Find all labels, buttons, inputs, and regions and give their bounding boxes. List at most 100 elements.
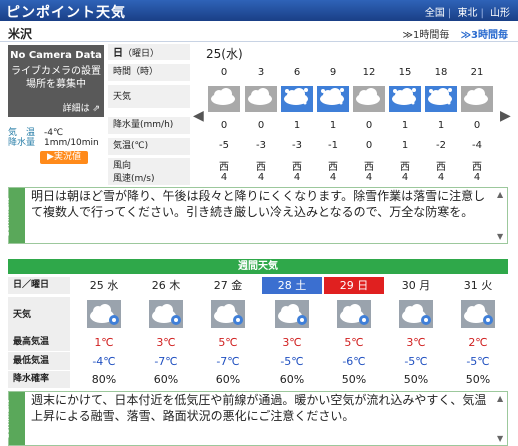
label-time: 時間（時）: [108, 64, 190, 82]
live-camera-box[interactable]: No Camera Data ライブカメラの設置場所を募集中 詳細は ⇗: [8, 45, 104, 117]
hourly-precip: 1: [437, 120, 445, 131]
hourly-wind-speed: 4: [257, 172, 265, 183]
hourly-wind-dir: 西: [364, 162, 374, 173]
hourly-wind-speed: 4: [220, 172, 228, 183]
camera-title: No Camera Data: [10, 50, 102, 61]
station-observation: 気 温 -4℃ 降水量 1mm/10min: [8, 128, 99, 148]
hourly-wind-speed: 4: [473, 172, 481, 183]
cloud-icon: [461, 86, 493, 112]
cloud-snow-icon: [211, 300, 245, 328]
hourly-wind-dir: 西: [219, 162, 229, 173]
cloud-icon: [245, 86, 277, 112]
city-name: 米沢: [8, 27, 33, 41]
hourly-wind-dir: 西: [436, 162, 446, 173]
label-temp: 気温(℃): [108, 138, 190, 156]
comment-weekly-scrollbar[interactable]: ▲ ▼: [497, 394, 505, 443]
weekly-pop: 60%: [215, 373, 241, 386]
weekly-pop: 50%: [341, 373, 367, 386]
weekly-label-min: 最低気温: [8, 352, 70, 370]
comment-weekly-text: 週末にかけて、日本付近を低気圧や前線が通過。暖かい空気が流れ込みやすく、気温上昇…: [31, 393, 487, 423]
hourly-temp: 1: [401, 140, 409, 151]
weekly-max: 3℃: [282, 336, 302, 349]
hourly-time: 12: [362, 67, 376, 78]
hourly-wind-dir: 西: [256, 162, 266, 173]
snow-icon: [317, 86, 349, 112]
weekly-label-pop: 降水確率: [8, 371, 70, 388]
weekly-min: -5℃: [404, 355, 428, 368]
tab-1hour[interactable]: ≫1時間毎: [403, 30, 450, 41]
hourly-precip: 1: [329, 120, 337, 131]
hourly-wind-speed: 4: [365, 172, 373, 183]
weekly-date: 26 木: [151, 279, 181, 292]
cloud-icon: [208, 86, 240, 112]
header-bar: ピンポイント天気 全国 | 東北 | 山形: [0, 0, 518, 21]
crumb-tohoku[interactable]: 東北: [457, 8, 477, 19]
hourly-temp: -3: [256, 140, 266, 151]
hourly-time: 3: [257, 67, 265, 78]
weekly-title: 週間天気: [8, 259, 508, 274]
snow-icon: [281, 86, 313, 112]
tab-3hour[interactable]: ≫3時間毎: [461, 30, 508, 41]
hourly-time: 21: [470, 67, 484, 78]
interval-tabs: ≫1時間毎 ≫3時間毎: [403, 26, 508, 41]
weekly-date: 28 土: [262, 277, 322, 294]
city-row: 米沢 ≫1時間毎 ≫3時間毎: [0, 22, 518, 42]
hourly-next-arrow[interactable]: ▶: [500, 108, 511, 124]
hourly-wind-speed: 4: [437, 172, 445, 183]
snow-icon: [425, 86, 457, 112]
cloud-snow-icon: [149, 300, 183, 328]
station-precip: 1mm/10min: [44, 138, 99, 148]
weekly-label-weather: 天気: [8, 297, 70, 333]
weekly-date: 31 火: [463, 279, 493, 292]
hourly-prev-arrow[interactable]: ◀: [193, 108, 204, 124]
weekly-date: 25 水: [89, 279, 119, 292]
hourly-temp: -1: [328, 140, 338, 151]
hourly-wind-dir: 西: [292, 162, 302, 173]
hourly-precip: 1: [401, 120, 409, 131]
hourly-precip: 1: [293, 120, 301, 131]
hourly-precip: 0: [220, 120, 228, 131]
weekly-max: 3℃: [406, 336, 426, 349]
cloud-snow-icon: [275, 300, 309, 328]
comment-weekly: Comment 週末にかけて、日本付近を低気圧や前線が通過。暖かい空気が流れ込み…: [2, 391, 508, 446]
hourly-temp: 0: [365, 140, 373, 151]
hourly-precip: 0: [473, 120, 481, 131]
hourly-temp: -4: [472, 140, 482, 151]
weekly-label-max: 最高気温: [8, 333, 70, 351]
comment-hourly: Comment 明日は朝ほど雪が降り、午後は段々と降りにくくなります。除雪作業は…: [2, 187, 508, 244]
hourly-wind-speed: 4: [329, 172, 337, 183]
weekly-pop: 80%: [91, 373, 117, 386]
hourly-wind-dir: 西: [328, 162, 338, 173]
weekly-min: -7℃: [154, 355, 178, 368]
weekly-max: 5℃: [218, 336, 238, 349]
weekly-max: 3℃: [156, 336, 176, 349]
live-value-button[interactable]: ▶実況値: [40, 151, 88, 164]
crumb-yamagata[interactable]: 山形: [490, 8, 510, 19]
camera-detail-link[interactable]: 詳細は ⇗: [63, 101, 100, 114]
hourly-wind-dir: 西: [472, 162, 482, 173]
weekly-pop: 60%: [153, 373, 179, 386]
hourly-wind-speed: 4: [401, 172, 409, 183]
label-wind: 風向 風速(m/s): [108, 158, 190, 186]
comment-hourly-text: 明日は朝ほど雪が降り、午後は段々と降りにくくなります。除雪作業は落雪に注意して複…: [31, 189, 486, 219]
hourly-time: 18: [434, 67, 448, 78]
hourly-temp: -5: [219, 140, 229, 151]
hourly-time: 0: [220, 67, 228, 78]
hourly-time: 15: [398, 67, 412, 78]
weekly-min: -6℃: [342, 355, 366, 368]
weekly-date: 29 日: [324, 277, 384, 294]
label-date: 日（曜日）: [108, 44, 190, 61]
snow-icon: [389, 86, 421, 112]
hourly-wind-dir: 西: [400, 162, 410, 173]
hourly-precip: 0: [365, 120, 373, 131]
weekly-pop: 50%: [465, 373, 491, 386]
weekly-label-date: 日／曜日: [8, 277, 70, 294]
hourly-date: 25(水): [206, 47, 243, 61]
crumb-zenkoku[interactable]: 全国: [425, 8, 445, 19]
camera-message: ライブカメラの設置場所を募集中: [11, 66, 101, 90]
cloud-snow-icon: [399, 300, 433, 328]
comment-scrollbar[interactable]: ▲ ▼: [497, 190, 505, 241]
weekly-date: 27 金: [213, 279, 243, 292]
weekly-max: 1℃: [94, 336, 114, 349]
label-weather: 天気: [108, 85, 190, 109]
